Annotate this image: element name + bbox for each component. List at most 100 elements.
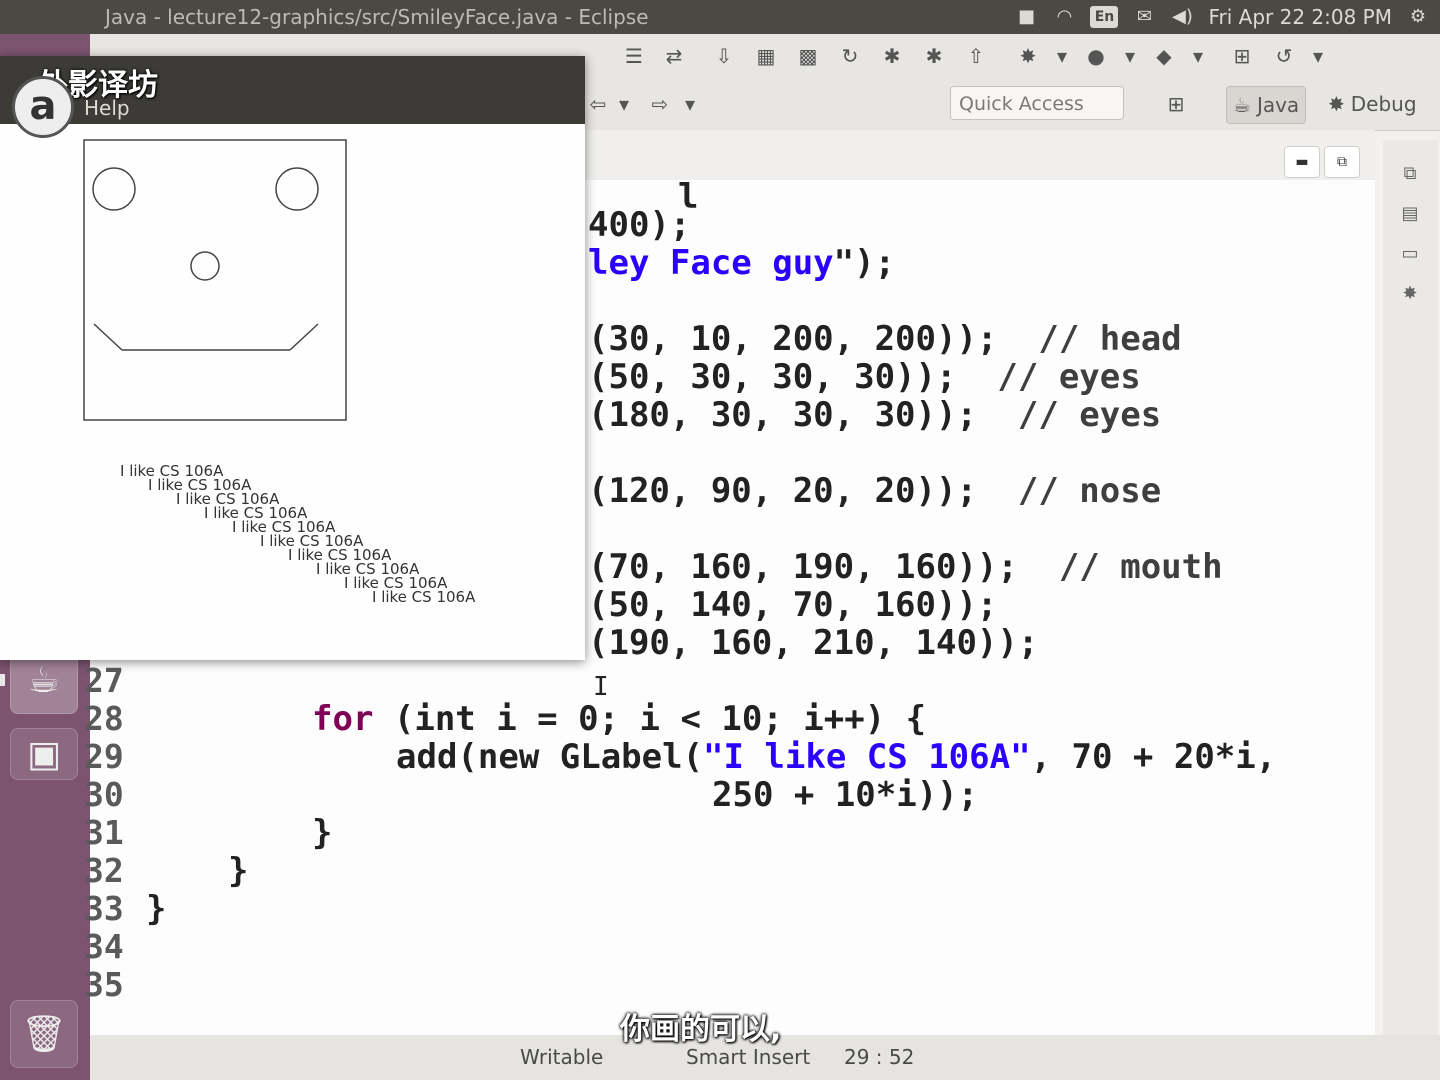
cursor-position-status: 29 : 52 <box>844 1045 915 1069</box>
line-number: 35 <box>84 965 124 1004</box>
toolbar-run-person2-icon[interactable]: ✱ <box>920 42 948 70</box>
left-eye <box>92 167 136 211</box>
nose <box>190 251 220 281</box>
video-subtitle: 你画的可以, <box>620 1012 782 1047</box>
clock[interactable]: Fri Apr 22 2:08 PM <box>1208 5 1392 29</box>
toolbar-link-icon[interactable]: ⇄ <box>660 42 688 70</box>
code-string: ley Face guy <box>588 243 834 283</box>
line-number: 32 <box>84 851 124 890</box>
graphics-canvas: I like CS 106AI like CS 106AI like CS 10… <box>83 139 476 606</box>
toolbar-upload-icon[interactable]: ⇧ <box>962 42 990 70</box>
toolbar-run-person-icon[interactable]: ✱ <box>878 42 906 70</box>
code-line: (50, 140, 70, 160)); <box>588 585 998 625</box>
insert-mode-status: Smart Insert <box>686 1045 811 1069</box>
wifi-icon[interactable]: ◠ <box>1052 6 1076 28</box>
system-tray: ■ ◠ En ✉ ◀) Fri Apr 22 2:08 PM ⚙ <box>1014 0 1440 34</box>
right-trim-stack: ⧉ ▤ ▭ ✸ <box>1383 140 1438 1040</box>
smiley-face-program-window[interactable]: Help I like CS 106A I like CS 106A I like … <box>0 56 585 660</box>
line-number: 27 <box>84 661 124 700</box>
minimize-button[interactable]: ▬ <box>1284 146 1320 178</box>
code-line: for (int i = 0; i < 10; i++) { <box>312 700 926 738</box>
java-perspective-label: Java <box>1256 93 1300 117</box>
code-line: } <box>312 813 333 853</box>
code-line: (120, 90, 20, 20)); // nose <box>588 472 1161 510</box>
restore-icon[interactable]: ⧉ <box>1395 158 1425 188</box>
volume-icon[interactable]: ◀) <box>1170 6 1194 28</box>
code-comment: // nose <box>1017 471 1162 511</box>
history-icon[interactable]: ↺ <box>1270 42 1298 70</box>
toolbar-step-icon[interactable]: ↻ <box>836 42 864 70</box>
camera-icon[interactable]: ■ <box>1014 6 1038 28</box>
line-number: 33 <box>84 889 124 928</box>
chevron-down-icon[interactable]: ▾ <box>1304 42 1332 70</box>
right-eye <box>275 167 319 211</box>
quick-access-input[interactable]: Quick Access <box>950 86 1124 120</box>
debug-perspective-label: Debug <box>1350 92 1417 116</box>
code-line: ley Face guy"); <box>588 244 895 282</box>
chevron-down-icon[interactable]: ▾ <box>610 90 638 118</box>
toolbar-list-icon[interactable]: ☰ <box>620 42 648 70</box>
glabel-text: I like CS 106A <box>372 588 476 606</box>
code-text: (70, 160, 190, 160)); <box>588 547 1018 587</box>
toolbar-checker-icon[interactable]: ▩ <box>794 42 822 70</box>
trash-icon[interactable]: 🗑 <box>10 1000 78 1068</box>
code-text: , 70 + 20*i, <box>1030 737 1277 777</box>
code-text: (30, 10, 200, 200)); <box>588 319 998 359</box>
line-number: 34 <box>84 927 124 966</box>
code-line: 250 + 10*i)); <box>712 775 979 815</box>
toolbar-grid-icon[interactable]: ▦ <box>752 42 780 70</box>
chevron-down-icon[interactable]: ▾ <box>1048 42 1076 70</box>
chevron-down-icon[interactable]: ▾ <box>676 90 704 118</box>
code-line: 400); <box>588 205 691 245</box>
keyboard-layout-indicator[interactable]: En <box>1090 6 1119 28</box>
code-comment: // mouth <box>1058 547 1223 587</box>
maximize-button[interactable]: ⧉ <box>1324 146 1360 178</box>
outline-view-icon[interactable]: ▤ <box>1395 198 1425 228</box>
window-title: Java - lecture12-graphics/src/SmileyFace… <box>105 5 649 29</box>
debug-view-icon[interactable]: ✸ <box>1395 278 1425 308</box>
mail-icon[interactable]: ✉ <box>1132 6 1156 28</box>
new-package-icon[interactable]: ⊞ <box>1228 42 1256 70</box>
chevron-down-icon[interactable]: ▾ <box>1184 42 1212 70</box>
line-number: 29 <box>84 737 124 776</box>
code-line: (50, 30, 30, 30)); // eyes <box>588 358 1141 396</box>
code-text: "); <box>833 243 896 283</box>
back-icon[interactable]: ⇦ <box>584 90 612 118</box>
run-icon[interactable]: ● <box>1082 42 1110 70</box>
debug-perspective-button[interactable]: ✸ Debug <box>1322 86 1423 122</box>
system-top-bar: Java - lecture12-graphics/src/SmileyFace… <box>0 0 1440 34</box>
code-keyword: for <box>312 699 374 739</box>
code-text: (int i = 0; i < 10; i++) { <box>373 699 927 739</box>
code-line: (190, 160, 210, 140)); <box>588 623 1039 663</box>
open-perspective-icon[interactable]: ⊞ <box>1162 90 1190 118</box>
code-line: (180, 30, 30, 30)); // eyes <box>588 396 1161 434</box>
code-line: (30, 10, 200, 200)); // head <box>588 320 1182 358</box>
toolbar-import-icon[interactable]: ⇩ <box>710 42 738 70</box>
java-perspective-icon: ☕ <box>1233 93 1251 117</box>
code-text: (120, 90, 20, 20)); <box>588 471 977 511</box>
mouth-left-line <box>93 323 123 351</box>
channel-avatar: a <box>12 76 74 138</box>
code-line: } <box>228 851 249 891</box>
code-comment: // head <box>1038 319 1182 359</box>
code-line: } <box>146 889 167 929</box>
running-indicator <box>0 674 5 686</box>
gear-icon[interactable]: ⚙ <box>1406 6 1430 28</box>
code-comment: // eyes <box>997 357 1141 397</box>
head-rect <box>83 139 347 421</box>
code-string: "I like CS 106A" <box>703 737 1031 777</box>
debug-icon[interactable]: ✸ <box>1014 42 1042 70</box>
external-tools-icon[interactable]: ◆ <box>1150 42 1178 70</box>
mouth-right-line <box>289 323 319 351</box>
code-text: add(new GLabel( <box>396 737 704 777</box>
line-number: 31 <box>84 813 124 852</box>
console-view-icon[interactable]: ▭ <box>1395 238 1425 268</box>
writable-status: Writable <box>520 1045 604 1069</box>
text-cursor: I <box>593 672 609 702</box>
workspace-icon[interactable]: ▣ <box>10 728 78 780</box>
chevron-down-icon[interactable]: ▾ <box>1116 42 1144 70</box>
java-perspective-button[interactable]: ☕ Java <box>1226 86 1307 124</box>
debug-perspective-icon: ✸ <box>1328 92 1345 116</box>
forward-icon[interactable]: ⇨ <box>646 90 674 118</box>
code-text: (50, 30, 30, 30)); <box>588 357 957 397</box>
